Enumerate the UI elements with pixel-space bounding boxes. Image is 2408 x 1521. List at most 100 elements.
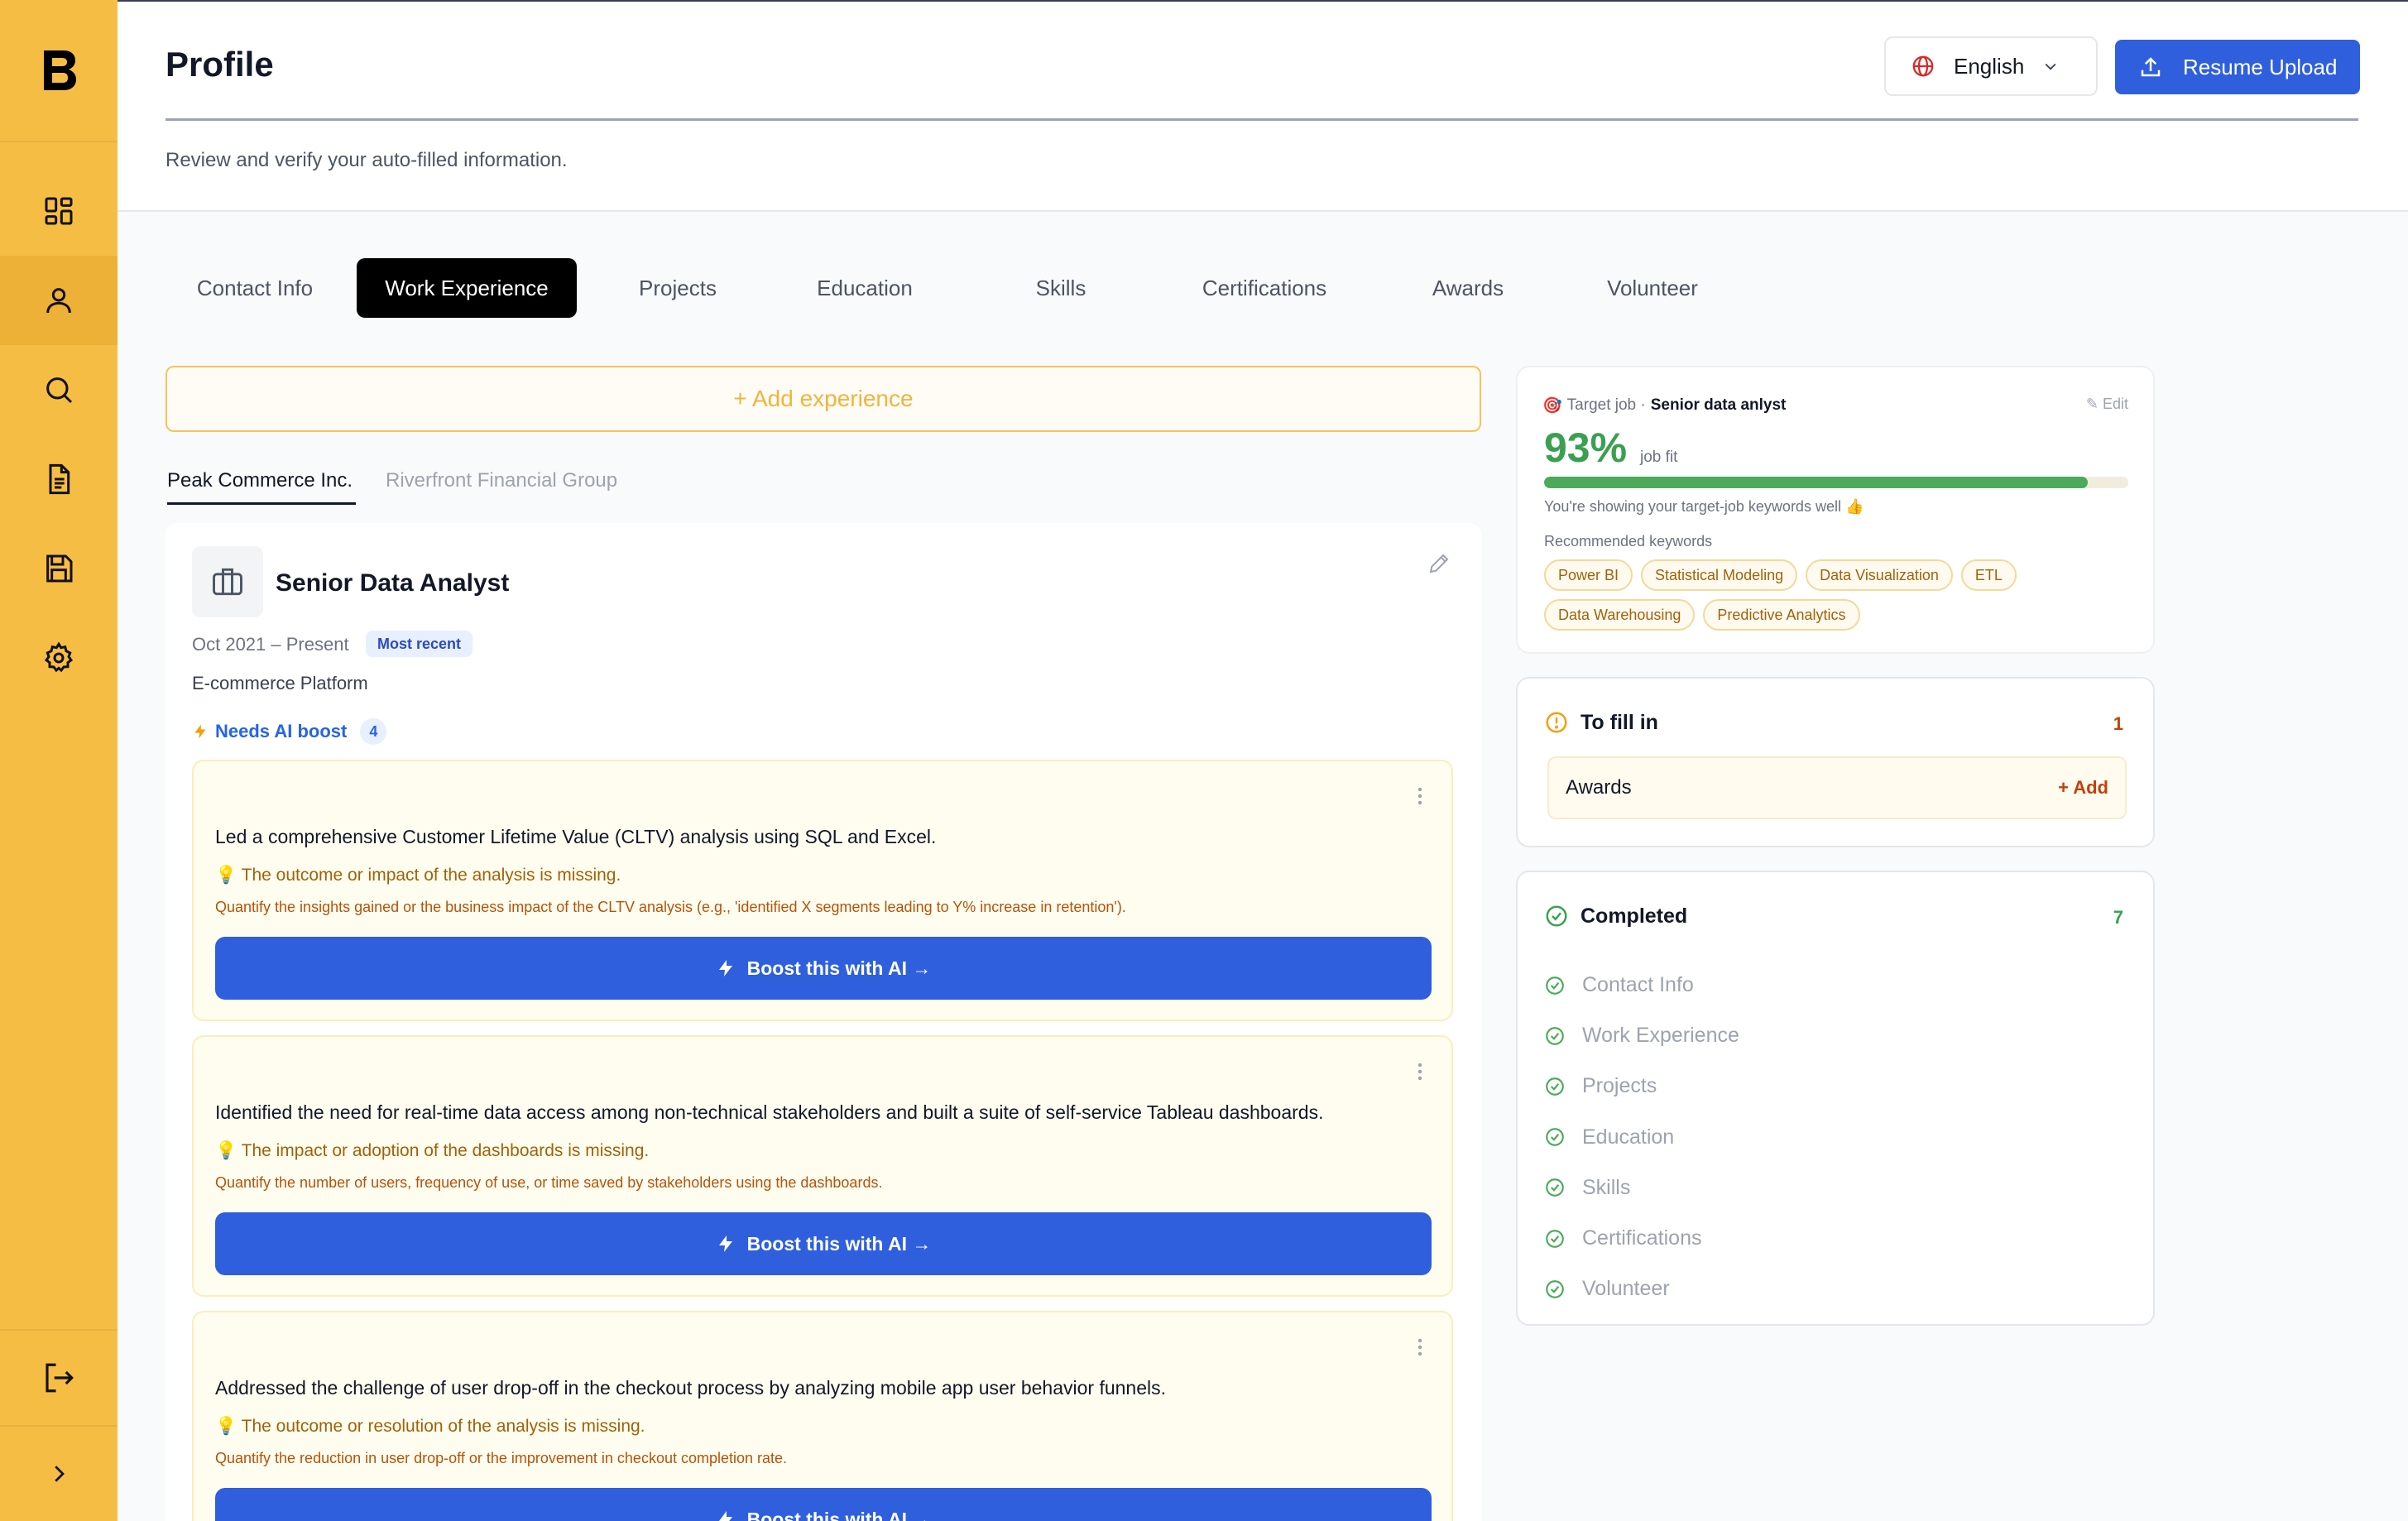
globe-icon [1912,55,1934,77]
check-circle-icon [1546,1279,1564,1298]
edit-target-job-button[interactable]: ✎ Edit [2086,396,2128,413]
bullet-text[interactable]: Led a comprehensive Customer Lifetime Va… [215,826,936,848]
keyword-list: Power BI Statistical Modeling Data Visua… [1544,559,2140,631]
add-experience-button[interactable]: + Add experience [165,366,1481,432]
completed-title: Completed [1581,904,1688,928]
add-awards-button[interactable]: + Add [2058,777,2108,799]
completed-item[interactable]: Work Experience [1544,1010,1739,1061]
boost-with-ai-button[interactable]: Boost this with AI → [215,937,1432,1000]
target-job-header: 🎯 Target job · Senior data anlyst [1542,396,1786,415]
completed-item-label: Projects [1582,1074,1657,1098]
completed-item[interactable]: Projects [1544,1061,1739,1111]
keyword-chip[interactable]: Predictive Analytics [1703,599,1860,631]
bullet-issue: 💡 The outcome or resolution of the analy… [215,1417,645,1437]
sidebar-item-documents[interactable] [0,434,118,524]
bullet-issue-label: The outcome or resolution of the analysi… [241,1417,645,1436]
completed-count: 7 [2113,907,2123,928]
job-fit-label: job fit [1640,449,1678,466]
job-fit-progress-fill [1544,477,2088,488]
completed-item-label: Education [1582,1125,1675,1149]
language-label: English [1954,53,2025,79]
bullet-issue-label: The impact or adoption of the dashboards… [241,1141,650,1160]
boost-with-ai-button[interactable]: Boost this with AI → [215,1212,1432,1275]
app-logo[interactable] [0,0,118,142]
company-type: E-commerce Platform [192,673,368,693]
keyword-chip[interactable]: ETL [1960,559,2017,591]
bullet-text[interactable]: Identified the need for real-time data a… [215,1101,1323,1124]
completed-item-label: Skills [1582,1175,1631,1199]
resume-upload-button[interactable]: Resume Upload [2115,40,2360,94]
boost-with-ai-label: Boost this with AI → [746,957,932,979]
boost-with-ai-button[interactable]: Boost this with AI → [215,1488,1432,1521]
lightning-icon [718,1511,732,1521]
boost-with-ai-label: Boost this with AI → [746,1508,932,1521]
bullet-hint: Quantify the reduction in user drop-off … [215,1450,788,1466]
lightning-icon [194,724,206,739]
sidebar-item-search[interactable] [0,345,118,434]
keyword-chip[interactable]: Data Warehousing [1544,599,1696,631]
role-dates: Oct 2021 – Present [192,634,349,655]
sidebar-item-dashboard[interactable] [0,166,118,256]
completed-item-label: Work Experience [1582,1024,1739,1048]
tab-education[interactable]: Education [778,258,952,318]
briefcase-badge [192,546,263,617]
company-tab-riverfront[interactable]: Riverfront Financial Group [386,460,634,505]
completed-item[interactable]: Certifications [1544,1213,1739,1264]
tab-awards[interactable]: Awards [1385,258,1551,318]
more-options-button[interactable] [1417,786,1423,810]
page-subtitle: Review and verify your auto-filled infor… [165,149,568,171]
completed-header: Completed [1544,904,1687,928]
completed-item-label: Volunteer [1582,1277,1670,1301]
bullet-text[interactable]: Addressed the challenge of user drop-off… [215,1377,1166,1399]
more-vertical-icon [1417,1063,1422,1081]
document-icon [49,463,70,495]
section-tabs: Contact Info Work Experience Projects Ed… [165,258,1738,318]
more-vertical-icon [1417,787,1422,805]
keyword-chip[interactable]: Power BI [1544,559,1633,591]
target-job-label: Target job · [1566,396,1646,414]
chevron-down-icon [2045,63,2056,70]
completed-item[interactable]: Education [1544,1112,1739,1163]
to-fill-item-label: Awards [1566,776,1632,799]
to-fill-header: To fill in [1544,710,1658,735]
tab-volunteer[interactable]: Volunteer [1570,258,1735,318]
more-options-button[interactable] [1417,1062,1423,1086]
tab-skills[interactable]: Skills [978,258,1144,318]
company-tab-peak-commerce[interactable]: Peak Commerce Inc. [167,460,356,505]
keyword-chip[interactable]: Data Visualization [1806,559,1953,591]
job-fit-message: You're showing your target-job keywords … [1544,498,1864,515]
tab-work-experience[interactable]: Work Experience [357,258,577,318]
tab-certifications[interactable]: Certifications [1161,258,1368,318]
expand-sidebar-button[interactable] [0,1425,118,1521]
keyword-chip[interactable]: Statistical Modeling [1641,559,1798,591]
sidebar-item-saved[interactable] [0,524,118,613]
bullet-hint: Quantify the number of users, frequency … [215,1174,883,1191]
completed-item[interactable]: Skills [1544,1163,1739,1213]
tab-contact-info[interactable]: Contact Info [165,258,344,318]
lightbulb-icon: 💡 [215,866,237,885]
sidebar-item-settings[interactable] [0,613,118,703]
check-circle-icon [1546,1128,1564,1146]
to-fill-count: 1 [2113,713,2123,734]
sidebar-item-profile[interactable] [0,256,118,345]
job-fit-percent: 93% [1544,425,1628,471]
tab-projects[interactable]: Projects [595,258,760,318]
to-fill-panel: To fill in 1 Awards + Add [1516,677,2155,847]
logout-button[interactable] [0,1329,118,1425]
completed-item[interactable]: Contact Info [1544,960,1739,1010]
more-vertical-icon [1417,1338,1422,1356]
upload-icon [2141,57,2161,77]
alert-circle-icon [1546,712,1567,733]
lightbulb-icon: 💡 [215,1417,237,1436]
bullet-hint: Quantify the insights gained or the busi… [215,899,1126,915]
lightning-icon [718,960,732,976]
bullet-card: Identified the need for real-time data a… [192,1035,1453,1297]
language-selector[interactable]: English [1884,36,2098,96]
edit-role-button[interactable] [1427,551,1451,580]
completed-item[interactable]: Volunteer [1544,1264,1739,1314]
boost-with-ai-label: Boost this with AI → [746,1232,932,1255]
more-options-button[interactable] [1417,1337,1423,1361]
to-fill-item-awards[interactable]: Awards + Add [1547,756,2127,819]
completed-list: Contact Info Work Experience Projects Ed… [1544,960,1739,1314]
resume-upload-label: Resume Upload [2183,54,2338,79]
